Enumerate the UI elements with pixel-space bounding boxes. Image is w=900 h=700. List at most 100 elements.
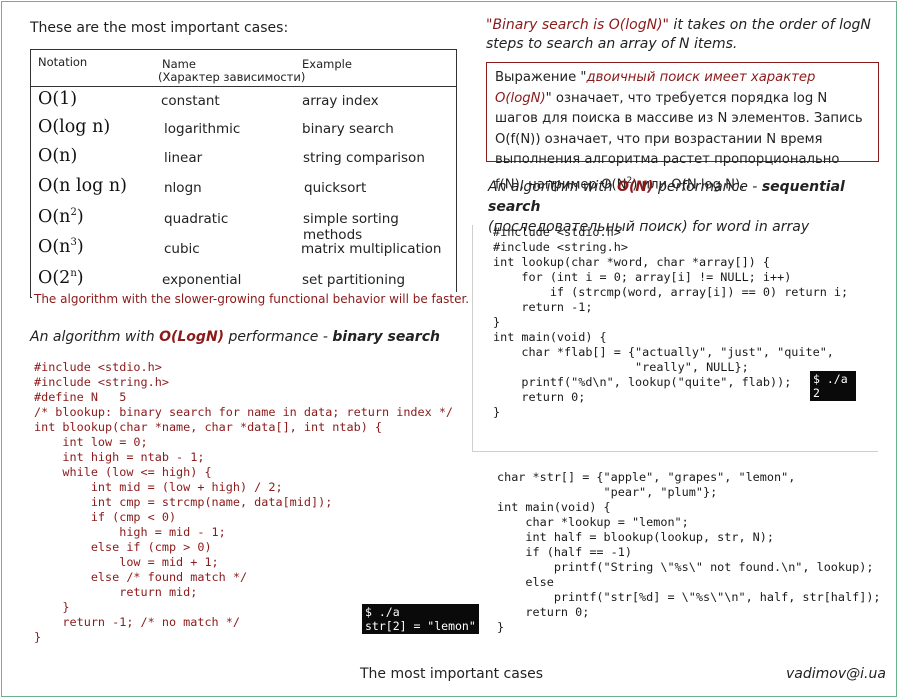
name-cell: exponential <box>162 272 242 288</box>
code-line: return -1; <box>493 300 593 314</box>
terminal-line: $ ./a <box>813 372 848 386</box>
notation-base: O(n <box>38 207 71 227</box>
notation-base: O(n <box>38 237 71 257</box>
code-line: char *str[] = {"apple", "grapes", "lemon… <box>497 470 796 484</box>
code-line: "pear", "plum"}; <box>497 485 718 499</box>
header-example: Example <box>302 57 352 71</box>
notation-cell: O(1) <box>38 89 77 109</box>
notation-tail: ) <box>76 207 84 227</box>
example-cell: matrix multiplication <box>301 241 442 257</box>
code-line: while (low <= high) { <box>34 465 212 479</box>
code-line: int low = 0; <box>34 435 148 449</box>
notation-base: O(log n) <box>38 117 111 137</box>
bin-title-a: An algorithm with <box>30 329 160 345</box>
vertical-divider <box>472 225 473 451</box>
seq-title-c: performance - <box>653 179 762 195</box>
code-line: if (half == -1) <box>497 545 632 559</box>
table-row: O(n2) quadratic simple sorting methods <box>30 207 457 243</box>
footer-email: vadimov@i.ua <box>786 666 886 682</box>
example-cell: array index <box>302 93 379 109</box>
binary-search-code: #include <stdio.h> #include <string.h> #de… <box>34 360 453 645</box>
notation-cell: O(n log n) <box>38 176 127 196</box>
ru-prefix: Выражение " <box>495 70 587 85</box>
code-line: } <box>497 620 505 634</box>
horizontal-divider <box>472 451 878 452</box>
table-row: O(n log n) nlogn quicksort <box>30 176 457 206</box>
bin-title-c: performance - <box>224 329 333 345</box>
code-line: "really", NULL}; <box>493 360 749 374</box>
terminal-line: $ ./a <box>365 605 400 619</box>
sequential-search-code: #include <stdio.h> #include <string.h> int… <box>493 225 848 420</box>
russian-explanation-box: Выражение "двоичный поиск имеет характер… <box>486 62 879 192</box>
code-line: #include <string.h> <box>493 240 628 254</box>
table-note: The algorithm with the slower-growing fu… <box>32 292 472 306</box>
binary-search-title: An algorithm with O(LogN) performance - … <box>30 329 440 345</box>
bin-title-d: binary search <box>332 329 440 345</box>
header-name-sub: (Характер зависимости) <box>158 70 306 84</box>
notation-base: O(2 <box>38 268 71 288</box>
notation-base: O(n) <box>38 146 78 166</box>
code-line: low = mid + 1; <box>34 555 219 569</box>
example-cell: set partitioning <box>302 272 406 288</box>
name-cell: cubic <box>164 241 200 257</box>
code-line: else if (cmp > 0) <box>34 540 212 554</box>
notation-cell: O(2n) <box>38 268 84 288</box>
terminal-line: str[2] = "lemon" <box>365 619 476 633</box>
notation-cell: O(n) <box>38 146 77 166</box>
code-line: else <box>497 575 554 589</box>
code-line: int cmp = strcmp(name, data[mid]); <box>34 495 333 509</box>
code-line: int half = blookup(lookup, str, N); <box>497 530 774 544</box>
code-line: #include <stdio.h> <box>493 225 621 239</box>
terminal-line: 2 <box>813 386 820 400</box>
example-cell: binary search <box>302 121 394 137</box>
code-line: int main(void) { <box>497 500 611 514</box>
table-heading: These are the most important cases: <box>30 20 289 36</box>
code-line: for (int i = 0; array[i] != NULL; i++) <box>493 270 792 284</box>
notation-cell: O(n3) <box>38 237 84 257</box>
code-line: high = mid - 1; <box>34 525 226 539</box>
code-line: return 0; <box>493 390 586 404</box>
name-cell: nlogn <box>164 180 202 196</box>
bin-title-b: O(LogN) <box>159 329 225 345</box>
code-line: } <box>493 405 501 419</box>
example-cell: string comparison <box>303 150 425 166</box>
code-line: char *lookup = "lemon"; <box>497 515 689 529</box>
binary-search-intro: "Binary search is O(logN)" it takes on t… <box>486 16 886 54</box>
notation-tail: ) <box>76 268 84 288</box>
name-cell: constant <box>161 93 220 109</box>
notation-base: O(1) <box>38 89 78 109</box>
table-row: O(1) constant array index <box>30 89 457 119</box>
name-cell: logarithmic <box>164 121 241 137</box>
code-line: /* blookup: binary search for name in da… <box>34 405 454 419</box>
intro-quote: "Binary search is O(logN)" <box>486 17 669 33</box>
code-line: #include <string.h> <box>34 375 169 389</box>
table-header-rule <box>30 86 457 87</box>
code-line: if (strcmp(word, array[i]) == 0) return … <box>493 285 849 299</box>
code-line: printf("%d\n", lookup("quite", flab)); <box>493 375 792 389</box>
main-function-code: char *str[] = {"apple", "grapes", "lemon… <box>497 470 881 635</box>
code-line: if (cmp < 0) <box>34 510 177 524</box>
code-line: char *flab[] = {"actually", "just", "qui… <box>493 345 834 359</box>
binary-terminal-output: $ ./a str[2] = "lemon" <box>362 604 479 634</box>
name-cell: quadratic <box>164 211 229 227</box>
code-line: return mid; <box>34 585 198 599</box>
notation-base: O(n log n) <box>38 176 128 196</box>
code-line: #include <stdio.h> <box>34 360 162 374</box>
table-row: O(log n) logarithmic binary search <box>30 117 457 147</box>
example-cell: quicksort <box>304 180 367 196</box>
notation-tail: ) <box>76 237 84 257</box>
footer-title: The most important cases <box>360 666 544 682</box>
code-line: int lookup(char *word, char *array[]) { <box>493 255 770 269</box>
code-line: else /* found match */ <box>34 570 248 584</box>
code-line: printf("str[%d] = \"%s\"\n", half, str[h… <box>497 590 881 604</box>
code-line: int blookup(char *name, char *data[], in… <box>34 420 383 434</box>
table-row: O(n3) cubic matrix multiplication <box>30 237 457 267</box>
code-line: printf("String \"%s\" not found.\n", loo… <box>497 560 874 574</box>
code-line: int main(void) { <box>493 330 607 344</box>
code-line: int high = ntab - 1; <box>34 450 205 464</box>
table-row: O(n) linear string comparison <box>30 146 457 176</box>
seq-title-b: O(N) <box>617 179 654 195</box>
name-cell: linear <box>164 150 203 166</box>
header-notation: Notation <box>38 55 88 69</box>
code-line: int mid = (low + high) / 2; <box>34 480 283 494</box>
